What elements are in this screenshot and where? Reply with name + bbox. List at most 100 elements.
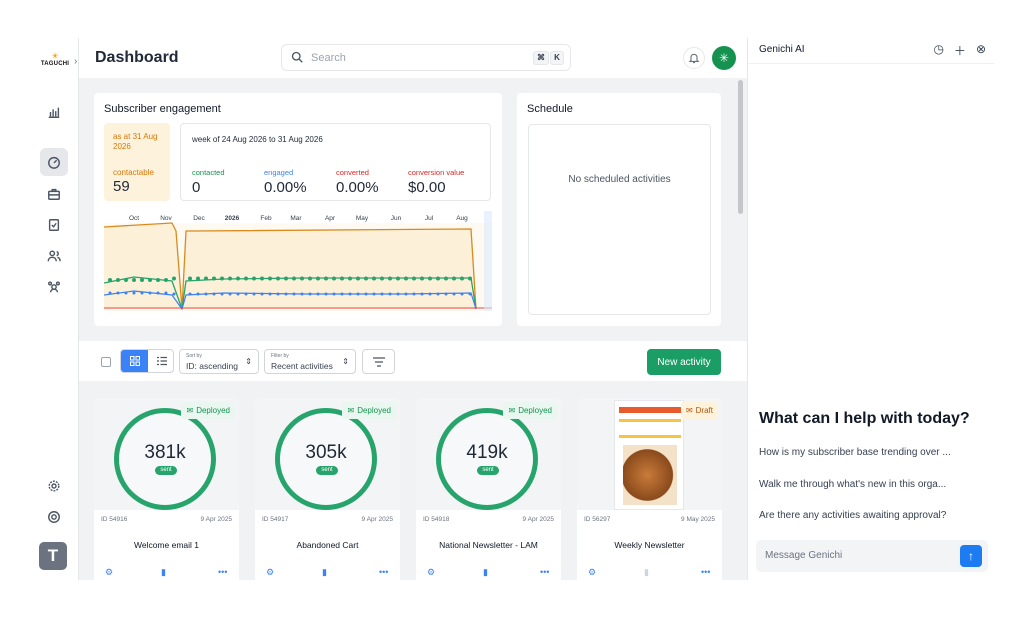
status-text: Deployed [196,406,230,415]
contacted-point [340,276,344,281]
month-tick-label: Aug [456,215,468,222]
engaged-point [148,291,152,295]
sort-by-select[interactable]: Sort by ID: ascending ⇕ [179,349,259,374]
activity-name[interactable]: Abandoned Cart [255,540,400,550]
contacted-point [436,276,440,281]
contacted-point [124,278,128,282]
contacted-point [252,276,256,281]
send-arrow-icon[interactable]: ↑ [960,545,982,567]
list-view-icon[interactable] [148,350,173,372]
close-icon[interactable]: ⊗ [976,42,986,59]
status-text: Draft [695,406,713,415]
envelope-icon: ✉ [347,406,355,415]
genichi-ai-panel: Genichi AI ◷ ＋ ⊗ What can I help with to… [747,38,994,580]
more-options-icon[interactable]: ••• [701,567,710,577]
user-avatar[interactable]: T [39,542,67,570]
history-clock-icon[interactable]: ◷ [933,42,943,59]
briefcase-icon[interactable] [40,180,68,208]
contacted-point [316,276,320,281]
suggestion-item[interactable]: Walk me through what's new in this orga.… [759,479,969,490]
message-input[interactable]: Message Genichi ↑ [756,540,988,572]
more-options-icon[interactable]: ••• [218,567,227,577]
help-lifebuoy-icon[interactable] [40,503,68,531]
checklist-icon[interactable] [40,211,68,239]
metric-contacted: contacted 0 [192,168,225,196]
more-options-icon[interactable]: ••• [379,567,388,577]
engaged-point [220,292,224,296]
activity-card[interactable]: 305k sent ✉ Deployed ID 54917 9 Apr 2025 … [255,398,400,580]
engaged-point [300,292,304,296]
select-all-checkbox[interactable] [101,357,111,367]
metric-label: engaged [264,168,294,177]
filter-button[interactable] [362,349,395,374]
k-key-hint: K [550,51,564,65]
more-options-icon[interactable]: ••• [540,567,549,577]
contacted-point [172,276,176,281]
stats-chart-icon[interactable]: ▮ [161,567,166,578]
engaged-point [460,292,464,296]
settings-gear-icon[interactable]: ⚙ [105,567,113,578]
users-icon[interactable] [40,242,68,270]
metric-value: 0.00% [336,179,379,196]
suggestion-item[interactable]: Are there any activities awaiting approv… [759,510,969,521]
activity-card[interactable]: 419k sent ✉ Deployed ID 54918 9 Apr 2025 … [416,398,561,580]
engaged-point [156,291,160,295]
engaged-point [388,292,392,296]
metric-label: conversion value [408,168,465,177]
activity-id: ID 54918 [423,516,450,523]
team-icon[interactable] [40,273,68,301]
search-input[interactable]: Search ⌘ K [281,44,571,71]
settings-gear-icon[interactable]: ⚙ [266,567,274,578]
envelope-icon: ✉ [508,406,516,415]
main-scrollbar[interactable] [738,80,743,214]
engaged-point [468,292,472,296]
contacted-point [444,276,448,281]
activity-card[interactable]: ✉ Draft ID 56297 9 May 2025 Weekly Newsle… [577,398,722,580]
contacted-point [428,276,432,281]
activity-name[interactable]: Weekly Newsletter [577,540,722,550]
contacted-point [452,276,456,281]
activity-card[interactable]: 381k sent ✉ Deployed ID 54916 9 Apr 2025 … [94,398,239,580]
panel-divider [748,63,994,64]
activity-date: 9 May 2025 [681,516,715,523]
contactable-label: contactable [113,168,154,177]
analytics-icon[interactable] [40,98,68,126]
month-tick-label: Feb [260,215,272,222]
brand-logo-text: TAGUCHI [40,61,70,67]
schedule-empty-text: No scheduled activities [568,174,671,185]
settings-gear-icon[interactable] [40,472,68,500]
activity-id: ID 56297 [584,516,611,523]
engagement-timeline-chart[interactable]: Oct Nov Dec 2026 Feb Mar Apr May Jun Jul Aug [104,211,492,311]
activity-thumbnail: ✉ Draft [577,398,722,510]
engaged-point [340,292,344,296]
settings-gear-icon[interactable]: ⚙ [427,567,435,578]
stats-chart-icon[interactable]: ▮ [483,567,488,578]
activity-name[interactable]: Welcome email 1 [94,540,239,550]
activity-thumbnail: 419k sent ✉ Deployed [416,398,561,510]
brand-logo[interactable]: ☀ TAGUCHI [40,52,70,68]
ai-sparkle-avatar-icon[interactable]: ✳ [712,46,736,70]
filter-by-select[interactable]: Filter by Recent activities ⇕ [264,349,356,374]
search-placeholder: Search [311,52,346,64]
stats-chart-icon[interactable]: ▮ [322,567,327,578]
contacted-point [212,276,216,281]
suggestion-item[interactable]: How is my subscriber base trending over … [759,447,969,458]
activity-name[interactable]: National Newsletter - LAM [416,540,561,550]
new-activity-button[interactable]: New activity [647,349,721,375]
engaged-point [396,292,400,296]
settings-gear-icon[interactable]: ⚙ [588,567,596,578]
metric-converted: converted 0.00% [336,168,379,196]
sent-count-ring: 419k sent [436,408,538,510]
engaged-point [404,292,408,296]
notifications-bell-icon[interactable] [683,47,705,69]
dashboard-gauge-icon[interactable] [40,148,68,176]
contacted-point [372,276,376,281]
engaged-point [116,291,120,295]
grid-view-icon[interactable] [121,350,148,372]
contacted-point [188,276,192,281]
collapse-rail-chevron-icon[interactable]: › [74,56,77,67]
newsletter-preview-image [614,400,684,510]
month-tick-label: Apr [325,215,336,222]
engaged-point [428,292,432,296]
new-chat-plus-icon[interactable]: ＋ [954,42,966,59]
